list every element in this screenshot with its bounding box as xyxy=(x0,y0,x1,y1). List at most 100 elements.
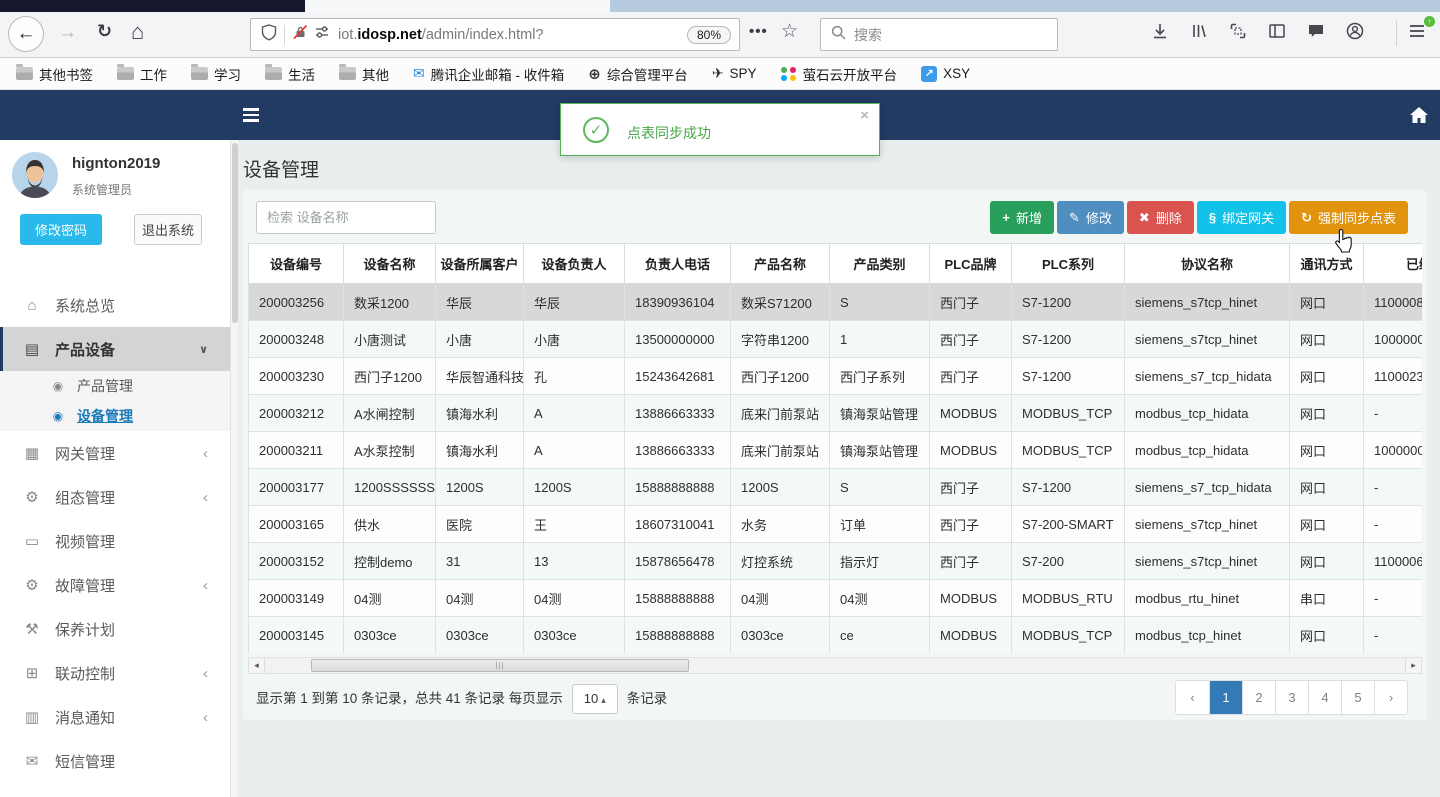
titlebar-active-tab[interactable] xyxy=(305,0,610,12)
bookmark-star-icon[interactable]: ☆ xyxy=(781,20,798,43)
column-header[interactable]: 负责人电话 xyxy=(624,243,731,284)
table-row[interactable]: 200003177 1200SSSSSS 1200S 1200S 15888888888… xyxy=(248,468,1422,506)
column-header[interactable]: 设备名称 xyxy=(343,243,436,284)
url-bar[interactable]: iot.idosp.net/admin/index.html? 80% xyxy=(250,18,740,51)
table-row[interactable]: 200003149 04测 04测 04测 15888888888 04测 04测 MODBU… xyxy=(248,579,1422,617)
browser-search-box[interactable] xyxy=(820,18,1058,51)
bookmark-item[interactable]: ⊕ 综合管理平台 xyxy=(588,64,688,84)
pagination-prev[interactable]: ‹ xyxy=(1176,681,1209,714)
browser-search-input[interactable] xyxy=(854,26,1057,43)
sidebar-item-故障管理[interactable]: ⚙ 故障管理 ‹ xyxy=(0,563,230,607)
column-header[interactable]: 设备所属客户 xyxy=(435,243,524,284)
pagination-page-5[interactable]: 5 xyxy=(1341,681,1374,714)
add-button[interactable]: + 新增 xyxy=(990,201,1054,234)
table-cell: 200003145 xyxy=(248,616,344,653)
back-button[interactable]: ← xyxy=(8,16,44,52)
sidebar-item-网关管理[interactable]: ▦ 网关管理 ‹ xyxy=(0,431,230,475)
sidebars-icon[interactable] xyxy=(1267,21,1287,41)
table-row[interactable]: 200003145 0303ce 0303ce 0303ce 15888888888 03… xyxy=(248,616,1422,653)
close-icon[interactable]: × xyxy=(860,107,869,124)
bookmark-item[interactable]: 萤石云开放平台 xyxy=(780,64,897,84)
page-actions-icon[interactable]: ••• xyxy=(749,23,768,40)
home-button[interactable]: ⌂ xyxy=(131,19,144,45)
globe-icon: ⊕ xyxy=(588,65,601,83)
device-panel: +新增✎修改✖删除§绑定网关↻强制同步点表 设备编号设备名称设备所属客户设备负责… xyxy=(243,190,1427,720)
sidebar-item-保养计划[interactable]: ⚒ 保养计划 xyxy=(0,607,230,651)
column-header[interactable]: 已绑定网关 xyxy=(1363,243,1422,284)
sidebar-item-短信管理[interactable]: ✉ 短信管理 xyxy=(0,739,230,783)
permissions-icon[interactable] xyxy=(314,24,330,45)
scroll-right-icon[interactable]: ▸ xyxy=(1405,658,1421,673)
reload-button[interactable]: ↻ xyxy=(97,21,112,42)
account-icon[interactable] xyxy=(1345,21,1365,41)
pagination-page-4[interactable]: 4 xyxy=(1308,681,1341,714)
pagination-next[interactable]: › xyxy=(1374,681,1407,714)
app-menu-icon[interactable]: ↑ xyxy=(1407,16,1435,43)
column-header[interactable]: 产品类别 xyxy=(829,243,930,284)
table-cell: 0303ce xyxy=(435,616,524,653)
bookmark-item[interactable]: 学习 xyxy=(191,64,241,84)
column-header[interactable]: 设备编号 xyxy=(248,243,344,284)
bookmark-item[interactable]: 其他书签 xyxy=(16,64,93,84)
table-cell: 网口 xyxy=(1289,468,1364,506)
bookmark-item[interactable]: ✈ SPY xyxy=(712,65,757,82)
avatar[interactable] xyxy=(12,152,58,198)
sidebar-item-消息通知[interactable]: ▥ 消息通知 ‹ xyxy=(0,695,230,739)
sidebar-subitem-设备管理[interactable]: ◉ 设备管理 xyxy=(0,401,230,431)
change-password-button[interactable]: 修改密码 xyxy=(20,214,102,245)
device-search-input[interactable] xyxy=(256,201,436,234)
column-header[interactable]: 设备负责人 xyxy=(523,243,625,284)
pagination-page-3[interactable]: 3 xyxy=(1275,681,1308,714)
bookmark-item[interactable]: 其他 xyxy=(339,64,389,84)
table-row[interactable]: 200003256 数采1200 华辰 华辰 18390936104 数采S71200 S 西… xyxy=(248,283,1422,321)
bookmark-item[interactable]: 生活 xyxy=(265,64,315,84)
sidebar-item-产品设备[interactable]: ▤ 产品设备 ∨ xyxy=(0,327,230,371)
sidebar-item-视频管理[interactable]: ▭ 视频管理 xyxy=(0,519,230,563)
shield-icon[interactable] xyxy=(261,23,277,46)
app-home-icon[interactable] xyxy=(1410,107,1428,128)
pagination-page-1[interactable]: 1 xyxy=(1209,681,1242,714)
sidebar-scrollbar[interactable] xyxy=(230,140,238,797)
monitor-icon: ▭ xyxy=(24,533,40,550)
table-row[interactable]: 200003212 A水闸控制 镇海水利 A 13886663333 底来门前泵站 镇海泵站… xyxy=(248,394,1422,432)
envelope-icon: ✉ xyxy=(25,753,39,770)
library-icon[interactable] xyxy=(1189,21,1209,41)
table-row[interactable]: 200003248 小唐测试 小唐 小唐 13500000000 字符串1200 1 西门子 S… xyxy=(248,320,1422,358)
table-row[interactable]: 200003165 供水 医院王 18607310041 水务 订单 西门子 S7-200-S… xyxy=(248,505,1422,543)
url-text[interactable]: iot.idosp.net/admin/index.html? xyxy=(338,27,687,43)
logout-button[interactable]: 退出系统 xyxy=(134,214,202,245)
zoom-level-badge[interactable]: 80% xyxy=(686,25,731,44)
sidebar-item-大屏管理[interactable]: ▣大屏管理 xyxy=(0,783,230,797)
column-header[interactable]: 产品名称 xyxy=(730,243,830,284)
table-cell: 0303ce xyxy=(730,616,830,653)
delete-button[interactable]: ✖ 删除 xyxy=(1126,201,1194,234)
table-cell: 西门子 xyxy=(929,320,1012,358)
scroll-left-icon[interactable]: ◂ xyxy=(249,658,265,673)
sidebar-item-联动控制[interactable]: ⊞ 联动控制 ‹ xyxy=(0,651,230,695)
insecure-lock-icon[interactable] xyxy=(292,24,309,45)
page-size-select[interactable]: 10 ▴ xyxy=(571,684,618,715)
bookmark-item[interactable]: ↗ XSY xyxy=(921,65,970,82)
scrollbar-thumb[interactable] xyxy=(232,143,238,323)
bind-gateway-button[interactable]: § 绑定网关 xyxy=(1196,201,1287,234)
column-header[interactable]: PLC系列 xyxy=(1011,243,1125,284)
horizontal-scrollbar[interactable]: ◂ ||| ▸ xyxy=(248,657,1422,674)
scrollbar-thumb[interactable]: ||| xyxy=(311,659,689,672)
pagination-page-2[interactable]: 2 xyxy=(1242,681,1275,714)
sidebar-item-系统总览[interactable]: ⌂ 系统总览 xyxy=(0,283,230,327)
bookmark-item[interactable]: 工作 xyxy=(117,64,167,84)
forward-button[interactable]: → xyxy=(58,22,77,44)
messages-icon[interactable] xyxy=(1306,21,1326,41)
bookmark-item[interactable]: ✉ 腾讯企业邮箱 - 收件箱 xyxy=(413,64,564,84)
screenshot-icon[interactable] xyxy=(1228,21,1248,41)
sidebar-subitem-产品管理[interactable]: ◉ 产品管理 xyxy=(0,371,230,401)
column-header[interactable]: PLC品牌 xyxy=(929,243,1012,284)
sidebar-item-组态管理[interactable]: ⚙ 组态管理 ‹ xyxy=(0,475,230,519)
column-header[interactable]: 协议名称 xyxy=(1124,243,1290,284)
table-row[interactable]: 200003230 西门子1200 华辰智通科技孔 15243642681 西门子120… xyxy=(248,357,1422,395)
edit-button[interactable]: ✎ 修改 xyxy=(1056,201,1124,234)
table-row[interactable]: 200003211 A水泵控制 镇海水利 A 13886663333 底来门前泵站 镇海泵站… xyxy=(248,431,1422,469)
sidebar-toggle-icon[interactable] xyxy=(243,108,259,122)
download-icon[interactable] xyxy=(1150,21,1170,41)
table-row[interactable]: 200003152 控制demo 31 13 15878656478 灯控系统 指示灯 西门子… xyxy=(248,542,1422,580)
